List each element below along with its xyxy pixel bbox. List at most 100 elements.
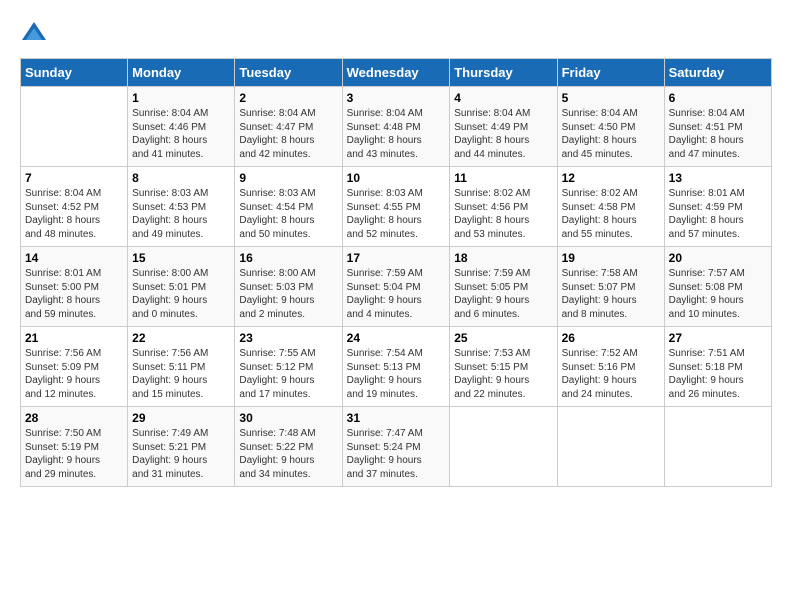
day-number: 19 — [562, 251, 660, 265]
calendar-cell: 9Sunrise: 8:03 AM Sunset: 4:54 PM Daylig… — [235, 167, 342, 247]
day-number: 12 — [562, 171, 660, 185]
day-detail: Sunrise: 8:04 AM Sunset: 4:46 PM Dayligh… — [132, 107, 230, 161]
day-number: 21 — [25, 331, 123, 345]
calendar-cell: 30 Sunrise: 7:48 AM Sunset: 5:22 PM Dayli… — [235, 407, 342, 487]
day-number: 4 — [454, 91, 552, 105]
day-detail: Sunrise: 8:04 AM Sunset: 4:49 PM Dayligh… — [454, 107, 552, 161]
week-row-4: 21 Sunrise: 7:56 AM Sunset: 5:09 PM Dayli… — [21, 327, 772, 407]
calendar-cell: 29 Sunrise: 7:49 AM Sunset: 5:21 PM Dayli… — [128, 407, 235, 487]
logo — [20, 20, 52, 48]
day-detail: Sunrise: 7:57 AM Sunset: 5:08 PM Dayligh… — [669, 267, 767, 321]
calendar-cell: 26Sunrise: 7:52 AM Sunset: 5:16 PM Dayli… — [557, 327, 664, 407]
day-detail: Sunrise: 7:59 AM Sunset: 5:05 PM Dayligh… — [454, 267, 552, 321]
day-detail: Sunrise: 7:48 AM Sunset: 5:22 PM Dayligh… — [239, 427, 337, 481]
calendar-cell: 19 Sunrise: 7:58 AM Sunset: 5:07 PM Dayli… — [557, 247, 664, 327]
day-number: 2 — [239, 91, 337, 105]
day-detail: Sunrise: 8:04 AM Sunset: 4:50 PM Dayligh… — [562, 107, 660, 161]
day-detail: Sunrise: 8:04 AM Sunset: 4:47 PM Dayligh… — [239, 107, 337, 161]
calendar-cell: 14Sunrise: 8:01 AM Sunset: 5:00 PM Dayli… — [21, 247, 128, 327]
day-number: 27 — [669, 331, 767, 345]
calendar-cell: 22 Sunrise: 7:56 AM Sunset: 5:11 PM Dayli… — [128, 327, 235, 407]
day-detail: Sunrise: 7:55 AM Sunset: 5:12 PM Dayligh… — [239, 347, 337, 401]
calendar-cell: 27 Sunrise: 7:51 AM Sunset: 5:18 PM Dayli… — [664, 327, 771, 407]
calendar-cell: 23 Sunrise: 7:55 AM Sunset: 5:12 PM Dayli… — [235, 327, 342, 407]
header-tuesday: Tuesday — [235, 59, 342, 87]
week-row-2: 7 Sunrise: 8:04 AM Sunset: 4:52 PM Daylig… — [21, 167, 772, 247]
logo-icon — [20, 20, 48, 48]
calendar-cell — [664, 407, 771, 487]
calendar-cell: 8Sunrise: 8:03 AM Sunset: 4:53 PM Daylig… — [128, 167, 235, 247]
day-number: 29 — [132, 411, 230, 425]
calendar-cell: 11Sunrise: 8:02 AM Sunset: 4:56 PM Dayli… — [450, 167, 557, 247]
day-number: 10 — [347, 171, 446, 185]
day-detail: Sunrise: 7:49 AM Sunset: 5:21 PM Dayligh… — [132, 427, 230, 481]
day-detail: Sunrise: 8:00 AM Sunset: 5:03 PM Dayligh… — [239, 267, 337, 321]
calendar-cell: 6Sunrise: 8:04 AM Sunset: 4:51 PM Daylig… — [664, 87, 771, 167]
day-detail: Sunrise: 7:47 AM Sunset: 5:24 PM Dayligh… — [347, 427, 446, 481]
day-number: 1 — [132, 91, 230, 105]
day-number: 30 — [239, 411, 337, 425]
day-number: 22 — [132, 331, 230, 345]
header-row: SundayMondayTuesdayWednesdayThursdayFrid… — [21, 59, 772, 87]
header-friday: Friday — [557, 59, 664, 87]
header-wednesday: Wednesday — [342, 59, 450, 87]
page-header — [20, 20, 772, 48]
day-detail: Sunrise: 8:02 AM Sunset: 4:58 PM Dayligh… — [562, 187, 660, 241]
day-number: 3 — [347, 91, 446, 105]
calendar-cell: 13 Sunrise: 8:01 AM Sunset: 4:59 PM Dayli… — [664, 167, 771, 247]
day-number: 24 — [347, 331, 446, 345]
header-saturday: Saturday — [664, 59, 771, 87]
calendar-cell: 16 Sunrise: 8:00 AM Sunset: 5:03 PM Dayli… — [235, 247, 342, 327]
calendar-cell: 17 Sunrise: 7:59 AM Sunset: 5:04 PM Dayli… — [342, 247, 450, 327]
day-detail: Sunrise: 7:56 AM Sunset: 5:11 PM Dayligh… — [132, 347, 230, 401]
calendar-cell: 3Sunrise: 8:04 AM Sunset: 4:48 PM Daylig… — [342, 87, 450, 167]
calendar-cell: 25 Sunrise: 7:53 AM Sunset: 5:15 PM Dayli… — [450, 327, 557, 407]
calendar-cell: 4 Sunrise: 8:04 AM Sunset: 4:49 PM Daylig… — [450, 87, 557, 167]
day-number: 26 — [562, 331, 660, 345]
calendar-cell: 2 Sunrise: 8:04 AM Sunset: 4:47 PM Daylig… — [235, 87, 342, 167]
calendar-cell: 18 Sunrise: 7:59 AM Sunset: 5:05 PM Dayli… — [450, 247, 557, 327]
calendar-cell: 10Sunrise: 8:03 AM Sunset: 4:55 PM Dayli… — [342, 167, 450, 247]
day-detail: Sunrise: 7:58 AM Sunset: 5:07 PM Dayligh… — [562, 267, 660, 321]
calendar-cell: 20 Sunrise: 7:57 AM Sunset: 5:08 PM Dayli… — [664, 247, 771, 327]
day-number: 15 — [132, 251, 230, 265]
header-sunday: Sunday — [21, 59, 128, 87]
day-number: 14 — [25, 251, 123, 265]
day-number: 20 — [669, 251, 767, 265]
calendar-cell: 24 Sunrise: 7:54 AM Sunset: 5:13 PM Dayli… — [342, 327, 450, 407]
day-detail: Sunrise: 7:56 AM Sunset: 5:09 PM Dayligh… — [25, 347, 123, 401]
calendar-table: SundayMondayTuesdayWednesdayThursdayFrid… — [20, 58, 772, 487]
day-number: 28 — [25, 411, 123, 425]
day-number: 25 — [454, 331, 552, 345]
header-monday: Monday — [128, 59, 235, 87]
calendar-cell: 21 Sunrise: 7:56 AM Sunset: 5:09 PM Dayli… — [21, 327, 128, 407]
day-number: 16 — [239, 251, 337, 265]
day-number: 5 — [562, 91, 660, 105]
day-detail: Sunrise: 7:54 AM Sunset: 5:13 PM Dayligh… — [347, 347, 446, 401]
day-detail: Sunrise: 7:51 AM Sunset: 5:18 PM Dayligh… — [669, 347, 767, 401]
day-detail: Sunrise: 8:00 AM Sunset: 5:01 PM Dayligh… — [132, 267, 230, 321]
day-number: 9 — [239, 171, 337, 185]
week-row-3: 14Sunrise: 8:01 AM Sunset: 5:00 PM Dayli… — [21, 247, 772, 327]
day-number: 23 — [239, 331, 337, 345]
calendar-cell: 7 Sunrise: 8:04 AM Sunset: 4:52 PM Daylig… — [21, 167, 128, 247]
day-detail: Sunrise: 8:01 AM Sunset: 4:59 PM Dayligh… — [669, 187, 767, 241]
day-number: 13 — [669, 171, 767, 185]
day-detail: Sunrise: 8:04 AM Sunset: 4:52 PM Dayligh… — [25, 187, 123, 241]
header-thursday: Thursday — [450, 59, 557, 87]
day-number: 18 — [454, 251, 552, 265]
calendar-cell — [21, 87, 128, 167]
day-number: 31 — [347, 411, 446, 425]
day-detail: Sunrise: 7:50 AM Sunset: 5:19 PM Dayligh… — [25, 427, 123, 481]
calendar-cell: 15 Sunrise: 8:00 AM Sunset: 5:01 PM Dayli… — [128, 247, 235, 327]
day-number: 17 — [347, 251, 446, 265]
week-row-1: 1 Sunrise: 8:04 AM Sunset: 4:46 PM Daylig… — [21, 87, 772, 167]
calendar-cell: 5 Sunrise: 8:04 AM Sunset: 4:50 PM Daylig… — [557, 87, 664, 167]
day-detail: Sunrise: 8:02 AM Sunset: 4:56 PM Dayligh… — [454, 187, 552, 241]
calendar-cell: 28 Sunrise: 7:50 AM Sunset: 5:19 PM Dayli… — [21, 407, 128, 487]
calendar-cell — [557, 407, 664, 487]
day-number: 7 — [25, 171, 123, 185]
day-detail: Sunrise: 8:04 AM Sunset: 4:51 PM Dayligh… — [669, 107, 767, 161]
day-detail: Sunrise: 7:59 AM Sunset: 5:04 PM Dayligh… — [347, 267, 446, 321]
day-detail: Sunrise: 7:53 AM Sunset: 5:15 PM Dayligh… — [454, 347, 552, 401]
